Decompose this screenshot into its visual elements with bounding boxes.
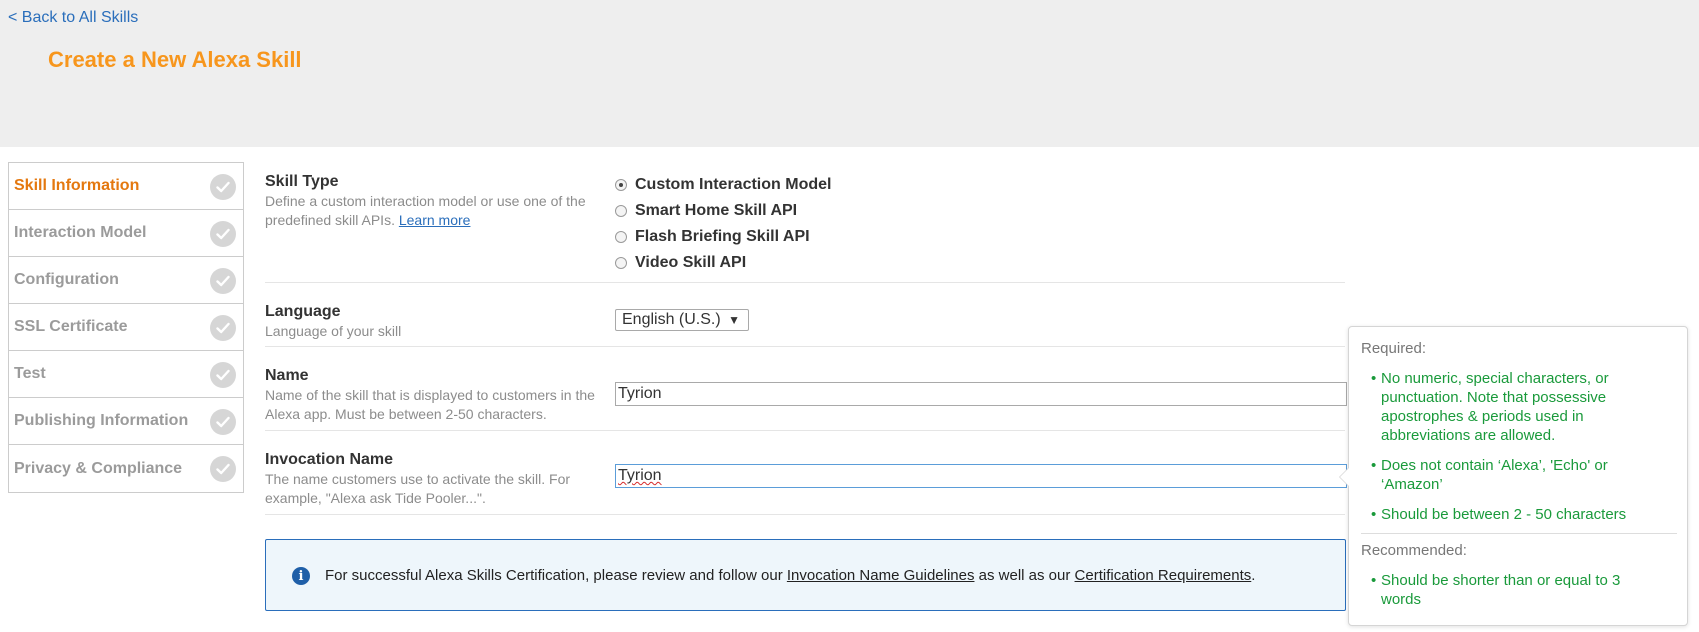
info-circle-icon: i (292, 567, 310, 585)
skill-type-description: Define a custom interaction model or use… (265, 192, 605, 230)
check-circle-icon (210, 268, 236, 294)
language-select[interactable]: English (U.S.) ▼ (615, 309, 749, 331)
skill-name-value: Tyrion (618, 385, 662, 402)
section-divider (265, 282, 1345, 283)
info-text-before: For successful Alexa Skills Certificatio… (325, 567, 787, 584)
language-description: Language of your skill (265, 323, 402, 339)
radio-button[interactable] (615, 205, 627, 217)
radio-button[interactable] (615, 257, 627, 269)
sidebar-item-configuration[interactable]: Configuration (9, 257, 243, 304)
sidebar-item-skill-information[interactable]: Skill Information (9, 163, 243, 210)
invocation-name-rules-tooltip: Required: No numeric, special characters… (1339, 326, 1688, 626)
check-circle-icon (210, 409, 236, 435)
skill-name-input[interactable]: Tyrion (615, 382, 1347, 406)
step-sidebar: Skill Information Interaction Model Conf… (8, 162, 244, 493)
certification-requirements-link[interactable]: Certification Requirements (1075, 567, 1252, 584)
info-text-after: . (1251, 567, 1256, 584)
sidebar-item-test[interactable]: Test (9, 351, 243, 398)
sidebar-item-label: Configuration (14, 271, 119, 288)
invocation-name-value: Tyrion (618, 467, 662, 484)
radio-label: Flash Briefing Skill API (635, 228, 810, 245)
radio-button[interactable] (615, 231, 627, 243)
check-circle-icon (210, 174, 236, 200)
invocation-name-guidelines-link[interactable]: Invocation Name Guidelines (787, 567, 975, 584)
check-circle-icon (210, 315, 236, 341)
radio-video-skill-api[interactable]: Video Skill API (615, 250, 831, 276)
invocation-name-input[interactable]: Tyrion (615, 464, 1347, 488)
language-section: Language Language of your skill (265, 302, 1345, 341)
sidebar-item-publishing-information[interactable]: Publishing Information (9, 398, 243, 445)
radio-button[interactable] (615, 179, 627, 191)
radio-smart-home-skill-api[interactable]: Smart Home Skill API (615, 198, 831, 224)
learn-more-link[interactable]: Learn more (399, 212, 471, 228)
sidebar-item-label: Test (14, 365, 46, 382)
sidebar-item-label: Interaction Model (14, 224, 147, 241)
sidebar-item-privacy-compliance[interactable]: Privacy & Compliance (9, 445, 243, 492)
recommended-heading: Recommended: (1361, 542, 1467, 559)
sidebar-item-ssl-certificate[interactable]: SSL Certificate (9, 304, 243, 351)
check-circle-icon (210, 456, 236, 482)
dropdown-arrow-icon: ▼ (728, 313, 740, 327)
name-description: Name of the skill that is displayed to c… (265, 387, 595, 422)
sidebar-item-label: Skill Information (14, 177, 140, 194)
language-selected-value: English (U.S.) (622, 311, 721, 328)
section-divider (265, 430, 1345, 431)
invocation-name-description: The name customers use to activate the s… (265, 471, 571, 506)
header-band (0, 0, 1699, 147)
certification-info-box: i For successful Alexa Skills Certificat… (265, 539, 1346, 611)
info-text-middle: as well as our (974, 567, 1075, 584)
required-rule: Does not contain ‘Alexa’, 'Echo' or ‘Ama… (1371, 456, 1661, 494)
certification-info-text: For successful Alexa Skills Certificatio… (325, 567, 1255, 584)
language-title: Language (265, 303, 341, 320)
required-rules-list: No numeric, special characters, or punct… (1371, 369, 1661, 535)
radio-label: Custom Interaction Model (635, 176, 832, 193)
section-divider (265, 346, 1345, 347)
required-rule: No numeric, special characters, or punct… (1371, 369, 1661, 445)
tooltip-divider (1361, 533, 1677, 534)
page-title: Create a New Alexa Skill (48, 47, 302, 72)
skill-type-radio-group: Custom Interaction Model Smart Home Skil… (615, 172, 831, 276)
recommended-rules-list: Should be shorter than or equal to 3 wor… (1371, 571, 1661, 620)
required-rule: Should be between 2 - 50 characters (1371, 505, 1661, 524)
required-heading: Required: (1361, 340, 1427, 357)
check-circle-icon (210, 221, 236, 247)
sidebar-item-label: SSL Certificate (14, 318, 128, 335)
sidebar-item-interaction-model[interactable]: Interaction Model (9, 210, 243, 257)
back-to-skills-link[interactable]: < Back to All Skills (8, 9, 138, 27)
sidebar-item-label: Privacy & Compliance (14, 459, 183, 477)
radio-custom-interaction-model[interactable]: Custom Interaction Model (615, 172, 831, 198)
sidebar-item-label: Publishing Information (14, 412, 189, 429)
radio-flash-briefing-skill-api[interactable]: Flash Briefing Skill API (615, 224, 831, 250)
section-divider (265, 514, 1345, 515)
check-circle-icon (210, 362, 236, 388)
radio-label: Video Skill API (635, 254, 747, 271)
radio-label: Smart Home Skill API (635, 202, 798, 219)
recommended-rule: Should be shorter than or equal to 3 wor… (1371, 571, 1661, 609)
